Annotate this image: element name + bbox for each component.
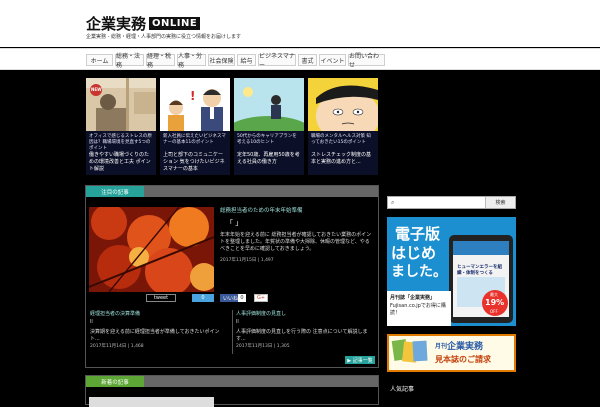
site-header: 企業実務 ONLINE 企業実務 - 総務・経理・人事部門の実務に役立つ情報をお… (0, 0, 600, 47)
article-card[interactable]: ! 新入社員に伝えたいビジネスマナーの基本11のポイント 上司と部下のコミュニケ… (160, 78, 230, 175)
google-plus-button[interactable]: G+ (254, 294, 268, 302)
article-thumbnail[interactable] (89, 397, 214, 407)
featured-body: 年末年始を迎える前に 総務担当者が確認しておきたい業務のポイントを整理しました。… (220, 232, 372, 252)
ad-source-text: Fujisan.co.jpでお得に購読！ (390, 303, 446, 316)
tab-new-articles[interactable]: 新着の記事 (86, 376, 144, 387)
sample-request-banner[interactable]: 月刊 企業実務 見本誌のご請求 (387, 334, 516, 372)
logo-text: 企業実務 (86, 15, 147, 33)
ebook-ad-banner[interactable]: 電子版 はじめ ました。 ヒューマンエラーを組織・体制をつくる 月刊誌「企業実務… (387, 217, 516, 326)
card-title[interactable]: オフィスで感じるストレスの原因は？職場環境を見直す5つのポイント (89, 134, 153, 152)
main-nav: ホーム 総務・法務 経理・税務 人事・労務 社会保険 給与 ビジネスマナー 書式… (0, 48, 600, 70)
article-card[interactable]: NEW オフィスで感じるストレスの原因は？職場環境を見直す5つのポイント 働きや… (86, 78, 156, 175)
search-button[interactable]: 検索 (485, 197, 515, 208)
sub-article-body: 人事評価制度の見直しを行う際の 注意点について解説します... (236, 329, 368, 342)
nav-item-hr[interactable]: 人事・労務 (177, 53, 206, 69)
featured-tabrow: 注目の記事 (86, 186, 378, 197)
search-box: ⌕ 検索 (387, 196, 516, 209)
ad2-line2: 見本誌のご請求 (435, 355, 491, 364)
article-thumbnail[interactable] (234, 78, 304, 131)
nav-item-insurance[interactable]: 社会保険 (208, 54, 235, 66)
search-icon: ⌕ (391, 199, 395, 206)
sidebar-section-heading: 人気記事 (390, 386, 415, 393)
article-thumbnail[interactable]: ! (160, 78, 230, 131)
article-card[interactable]: 50代からのキャリアプランを考える10のヒント 定年50歳、再雇用50歳を考える… (234, 78, 304, 175)
ad-discount-value: 19% (485, 298, 505, 307)
svg-text:!: ! (190, 89, 195, 103)
tweet-button[interactable]: tweet (146, 294, 176, 302)
ad-headline-3: ました。 (391, 264, 447, 280)
nav-item-general[interactable]: 総務・法務 (115, 53, 144, 69)
ad2-line1: 月刊 (435, 343, 448, 350)
nav-item-manners[interactable]: ビジネスマナー (258, 53, 296, 69)
logo-badge: ONLINE (149, 17, 201, 30)
nav-item-accounting[interactable]: 経理・税務 (146, 53, 175, 69)
nav-item-contact[interactable]: お問い合わせ (348, 53, 385, 69)
featured-headline[interactable]: 総務担当者のための年末年始準備 (220, 208, 303, 215)
card-subtitle[interactable]: 上司と部下のコミュニケーション 気をつけたいビジネスマナーの基本 (163, 152, 227, 173)
card-subtitle[interactable]: ストレスチェック制度の基本と実務の進め方と... (311, 152, 375, 166)
card-title[interactable]: 職場のメンタルヘルス対策 知っておきたい15のポイント (311, 134, 375, 146)
new-articles-tabrow: 新着の記事 (86, 376, 378, 387)
site-tagline: 企業実務 - 総務・経理・人事部門の実務に役立つ情報をお届けします (86, 34, 241, 40)
featured-meta: 2017年11月15日 | 1,497 (220, 258, 274, 263)
featured-subhead: 「 」 (226, 219, 243, 227)
column-divider (232, 310, 233, 354)
ad-book-title: ヒューマンエラーを組織・体制をつくる (457, 265, 502, 276)
sub-article-meta: 2017年11月13日 | 1,305 (236, 344, 290, 349)
nav-item-home[interactable]: ホーム (86, 54, 113, 66)
new-badge: NEW (91, 87, 102, 92)
sub-article-mark: ll (236, 319, 239, 325)
article-thumbnail[interactable] (308, 78, 378, 131)
article-thumbnail[interactable]: NEW (86, 78, 156, 131)
tab-featured[interactable]: 注目の記事 (86, 186, 144, 197)
ad-headline-2: はじめ (391, 244, 437, 262)
new-articles-panel: 新着の記事 (85, 375, 379, 407)
site-logo[interactable]: 企業実務 ONLINE (86, 13, 201, 34)
card-subtitle[interactable]: 定年50歳、再雇用50歳を考える社員の働き方 (237, 152, 301, 166)
search-input[interactable] (400, 198, 482, 207)
ad-headline-1: 電子版 (395, 225, 441, 243)
ad-discount-bottom: OFF (490, 309, 498, 314)
featured-panel: 注目の記事 総務担当者のための年末年始準備 「 」 年末年始を迎える前に 総務担… (85, 185, 379, 368)
ad-magazine-label: 月刊誌「企業実務」 (390, 295, 436, 301)
card-subtitle[interactable]: 働きやすい職場づくりのための環境改善と工夫 ポイント解説 (89, 152, 153, 173)
sub-article-meta: 2017年11月14日 | 1,468 (90, 344, 144, 349)
card-title[interactable]: 50代からのキャリアプランを考える10のヒント (237, 134, 301, 146)
sub-article-title[interactable]: 人事評価制度の見直し (236, 311, 286, 318)
article-card[interactable]: 職場のメンタルヘルス対策 知っておきたい15のポイント ストレスチェック制度の基… (308, 78, 378, 175)
nav-item-salary[interactable]: 給与 (237, 54, 256, 66)
sub-article-mark: ll (90, 319, 93, 325)
featured-image[interactable] (89, 207, 214, 292)
nav-item-forms[interactable]: 書式 (298, 54, 317, 66)
facebook-like-count: 0 (238, 294, 246, 302)
ad2-line1b: 企業実務 (447, 342, 484, 352)
sub-article-title[interactable]: 経理担当者の決算準備 (90, 311, 140, 318)
tweet-count: 0 (192, 294, 214, 302)
nav-item-events[interactable]: イベント (319, 54, 346, 66)
more-articles-button[interactable]: ▶ 記事一覧 (345, 356, 375, 364)
card-title[interactable]: 新入社員に伝えたいビジネスマナーの基本11のポイント (163, 134, 227, 146)
sub-article-body: 決算期を迎える前に経理担当者が準備しておきたいポイント... (90, 329, 220, 342)
